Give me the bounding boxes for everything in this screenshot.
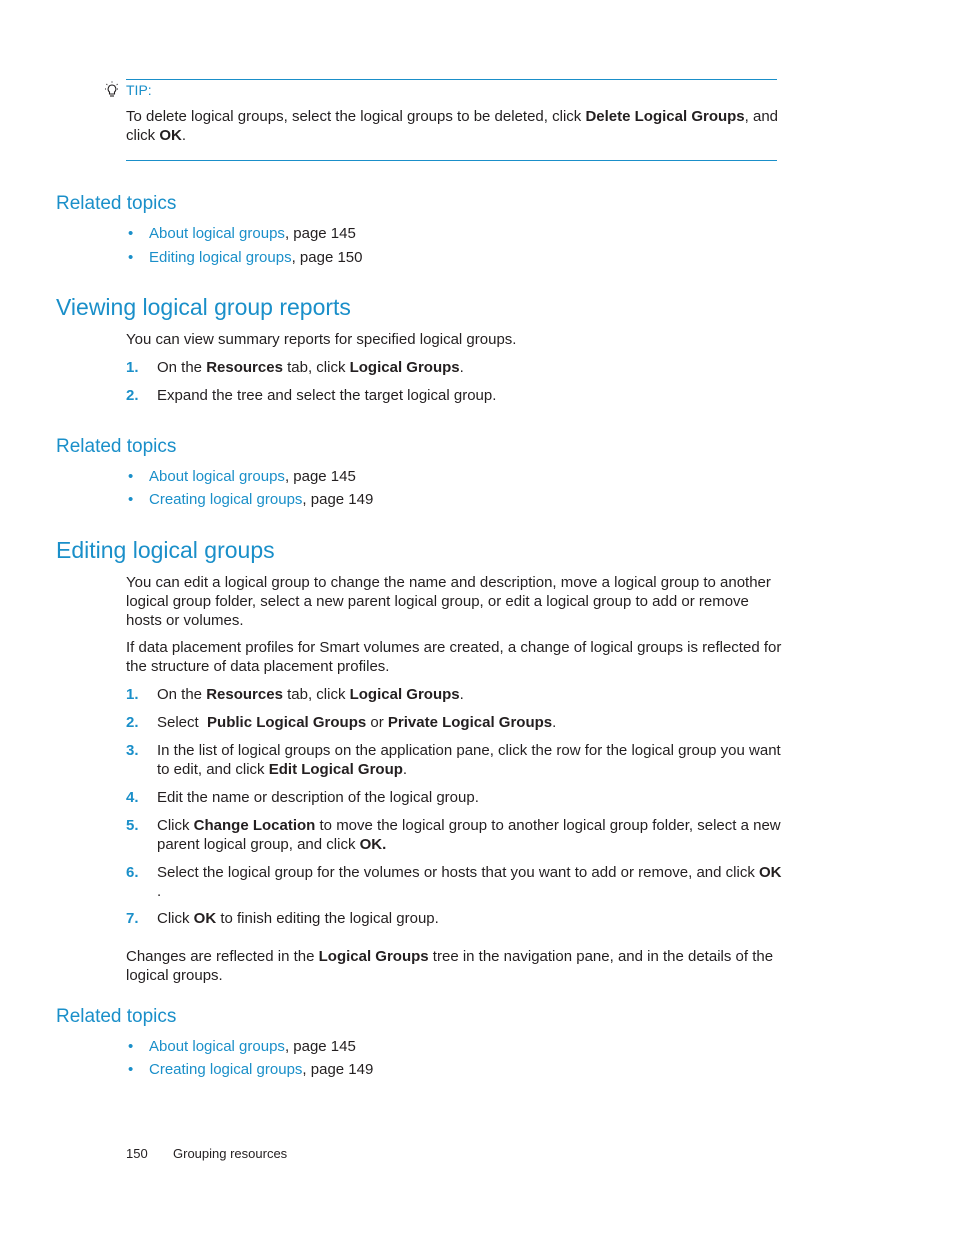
step-item: 2. Select Public Logical Groups or Priva… [126,714,557,731]
related-topic-link[interactable]: About logical groups [149,225,285,242]
bullet-icon: • [128,225,134,242]
step-item: 1. On the Resources tab, click Logical G… [126,686,464,703]
related-topic-link[interactable]: About logical groups [149,1038,285,1055]
related-topic-link[interactable]: Creating logical groups [149,491,302,508]
step-item: 3. In the list of logical groups on the … [126,742,781,778]
lightbulb-icon [103,81,121,99]
related-topics-heading: Related topics [56,436,177,457]
bullet-icon: • [128,1061,134,1078]
step-item: 7. Click OK to finish editing the logica… [126,910,439,927]
page-number: 150 [126,1146,148,1161]
editing-closing: Changes are reflected in the Logical Gro… [126,948,774,984]
related-topic-item: • About logical groups, page 145 [128,468,356,485]
tip-text: To delete logical groups, select the log… [126,108,779,144]
step-item: 2. Expand the tree and select the target… [126,387,497,404]
bullet-icon: • [128,468,134,485]
related-topic-link[interactable]: About logical groups [149,468,285,485]
related-topics-heading: Related topics [56,193,177,214]
tip-bottom-rule [126,160,777,161]
footer-section-title: Grouping resources [173,1146,288,1161]
editing-para-1: You can edit a logical group to change t… [126,574,771,629]
bullet-icon: • [128,249,134,266]
viewing-intro: You can view summary reports for specifi… [126,331,517,348]
related-topic-link[interactable]: Editing logical groups [149,249,292,266]
related-topic-item: • About logical groups, page 145 [128,225,356,242]
section-heading-editing: Editing logical groups [56,537,275,563]
related-topic-item: • About logical groups, page 145 [128,1038,356,1055]
related-topic-item: • Creating logical groups, page 149 [128,1061,374,1078]
related-topic-item: • Creating logical groups, page 149 [128,491,374,508]
bullet-icon: • [128,491,134,508]
tip-label: TIP: [126,82,152,98]
related-topic-item: • Editing logical groups, page 150 [128,249,363,266]
section-heading-viewing: Viewing logical group reports [56,294,351,320]
step-item: 5. Click Change Location to move the log… [126,817,781,853]
tip-top-rule [126,79,777,80]
step-item: 1. On the Resources tab, click Logical G… [126,359,464,376]
editing-para-2: If data placement profiles for Smart vol… [126,639,782,675]
bullet-icon: • [128,1038,134,1055]
related-topics-heading: Related topics [56,1006,177,1027]
step-item: 6. Select the logical group for the volu… [126,864,782,900]
step-item: 4. Edit the name or description of the l… [126,789,479,806]
related-topic-link[interactable]: Creating logical groups [149,1061,302,1078]
